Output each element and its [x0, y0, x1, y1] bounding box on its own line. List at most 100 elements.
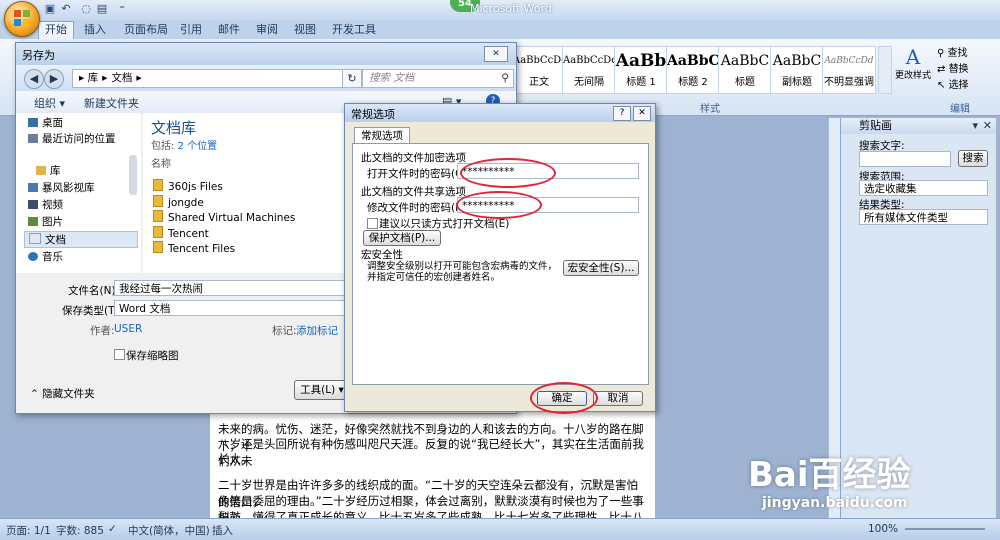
filename-label: 文件名(N):	[68, 285, 120, 297]
tree-item-documents[interactable]: 文档	[24, 231, 138, 248]
style-sample: AaBbCcDd	[563, 55, 615, 66]
folder-item[interactable]: Shared Virtual Machines	[153, 210, 295, 224]
tree-item-pictures[interactable]: 图片	[28, 214, 63, 229]
tree-scrollbar[interactable]	[129, 155, 137, 195]
doc-line: 裂鼓，懂得了真正成长的意义。比十五岁多了些成熟，比十七岁多了些理性，比十八岁多了	[218, 510, 644, 518]
tab-developer[interactable]: 开发工具	[332, 22, 376, 38]
print-preview-icon[interactable]: ▤	[94, 2, 110, 16]
language[interactable]: 中文(简体，中国)	[128, 523, 210, 538]
organize-label: 组织	[34, 97, 56, 110]
breadcrumb-item[interactable]: 文档	[111, 72, 132, 84]
insert-mode[interactable]: 插入	[212, 523, 233, 538]
close-icon[interactable]: ✕	[633, 106, 651, 121]
document-icon	[29, 233, 41, 244]
folder-label: jongde	[168, 197, 204, 209]
search-input[interactable]: 搜索 文档 ⚲	[362, 69, 514, 88]
folder-label: Tencent	[168, 228, 209, 240]
hide-folders-button[interactable]: ⌃ 隐藏文件夹	[30, 386, 95, 401]
readonly-checkbox[interactable]	[367, 218, 378, 229]
forward-icon[interactable]: ▶	[44, 69, 64, 89]
save-as-title: 另存为	[22, 49, 55, 62]
watermark-url: jingyan.baidu.com	[762, 495, 908, 511]
help-icon[interactable]: ?	[613, 106, 631, 121]
filetype-value: Word 文档	[119, 303, 171, 315]
filetype-select[interactable]: Word 文档	[114, 300, 346, 316]
tree-item-desktop[interactable]: 桌面	[28, 115, 63, 130]
macro-security-button[interactable]: 宏安全性(S)...	[563, 260, 639, 276]
select-button[interactable]: ↖ 选择	[937, 76, 969, 91]
close-icon[interactable]: ✕	[983, 118, 992, 134]
redo-icon[interactable]: ◌	[78, 2, 94, 16]
filename-input[interactable]: 我经过每一次热闹	[114, 280, 346, 296]
folder-icon	[153, 210, 163, 222]
undo-icon[interactable]: ↶	[58, 2, 74, 16]
style-sample: AaBbCcDd	[513, 55, 565, 66]
author-value[interactable]: USER	[114, 323, 142, 335]
folder-item[interactable]: 360js Files	[153, 179, 223, 193]
tab-review[interactable]: 审阅	[256, 22, 278, 38]
style-no-spacing[interactable]: AaBbCcDd 无间隔	[562, 46, 616, 94]
picture-icon	[28, 217, 38, 226]
tab-references[interactable]: 引用	[180, 22, 202, 38]
zoom-level[interactable]: 100%	[868, 523, 898, 535]
protect-document-button[interactable]: 保护文档(P)...	[363, 230, 441, 246]
tree-item-videos[interactable]: 视频	[28, 197, 63, 212]
close-icon[interactable]: ✕	[484, 46, 508, 62]
style-name: 标题	[735, 77, 755, 88]
page-count[interactable]: 页面: 1/1	[6, 523, 51, 538]
binoculars-icon: ⚲	[937, 48, 948, 59]
tree-item-baofeng[interactable]: 暴风影视库	[28, 180, 95, 195]
tab-page-layout[interactable]: 页面布局	[124, 22, 168, 38]
refresh-icon[interactable]: ↻	[342, 69, 362, 88]
folder-label: Shared Virtual Machines	[168, 212, 296, 224]
cancel-button[interactable]: 取消	[593, 391, 643, 406]
style-heading1[interactable]: AaBb 标题 1	[614, 46, 668, 94]
clipart-search-input[interactable]	[859, 151, 951, 167]
tags-value[interactable]: 添加标记	[296, 323, 338, 338]
word-count[interactable]: 字数: 885	[56, 523, 104, 538]
folder-item[interactable]: Tencent	[153, 226, 209, 240]
style-title[interactable]: AaBbC 标题	[718, 46, 772, 94]
column-header-name[interactable]: 名称	[151, 155, 171, 170]
back-icon[interactable]: ◀	[24, 69, 44, 89]
style-subtle-emphasis[interactable]: AaBbCcDd 不明显强调	[822, 46, 876, 94]
tree-item-music[interactable]: 音乐	[28, 249, 63, 264]
qat-customize-icon[interactable]: ⁼	[114, 2, 130, 16]
tab-general-options[interactable]: 常规选项	[354, 127, 410, 144]
address-bar[interactable]: ▸ 库 ▸ 文档 ▸	[72, 69, 344, 88]
folder-item[interactable]: Tencent Files	[153, 241, 235, 255]
tree-label: 文档	[45, 234, 66, 246]
zoom-slider[interactable]	[905, 528, 985, 530]
folder-icon	[153, 226, 163, 238]
organize-button[interactable]: 组织 ▾	[34, 95, 65, 111]
style-sample: AaBbCcDd	[824, 56, 874, 66]
tree-item-libraries[interactable]: 库	[36, 163, 61, 178]
styles-scroll[interactable]	[878, 46, 892, 94]
breadcrumb-item[interactable]: 库	[88, 72, 99, 84]
pane-menu-icon[interactable]: ▾	[972, 118, 978, 134]
tab-mailings[interactable]: 邮件	[218, 22, 240, 38]
new-folder-button[interactable]: 新建文件夹	[84, 95, 139, 111]
tab-view[interactable]: 视图	[294, 22, 316, 38]
scope-select[interactable]: 选定收藏集	[859, 180, 988, 196]
style-subtitle[interactable]: AaBbC 副标题	[770, 46, 824, 94]
folder-item[interactable]: jongde	[153, 195, 204, 209]
type-select[interactable]: 所有媒体文件类型	[859, 209, 988, 225]
save-icon[interactable]: ▣	[42, 2, 58, 16]
spellcheck-icon[interactable]: ✓	[108, 523, 117, 535]
thumbnail-checkbox[interactable]	[114, 349, 125, 360]
tab-insert[interactable]: 插入	[84, 22, 106, 38]
style-heading2[interactable]: AaBbC 标题 2	[666, 46, 720, 94]
change-styles-button[interactable]: A 更改样式	[893, 46, 933, 94]
tab-home[interactable]: 开始	[38, 21, 74, 40]
recent-icon	[28, 134, 38, 143]
office-button[interactable]	[4, 1, 40, 37]
locations-link[interactable]: 2 个位置	[178, 141, 218, 152]
clipart-search-button[interactable]: 搜索	[958, 150, 988, 167]
replace-button[interactable]: ⇄ 替换	[937, 60, 969, 75]
tree-item-recent[interactable]: 最近访问的位置	[28, 131, 116, 146]
find-button[interactable]: ⚲ 查找	[937, 44, 968, 59]
styles-group-label: 样式	[700, 104, 720, 115]
style-normal[interactable]: AaBbCcDd 正文	[512, 46, 566, 94]
tools-button[interactable]: 工具(L) ▾	[294, 380, 350, 400]
